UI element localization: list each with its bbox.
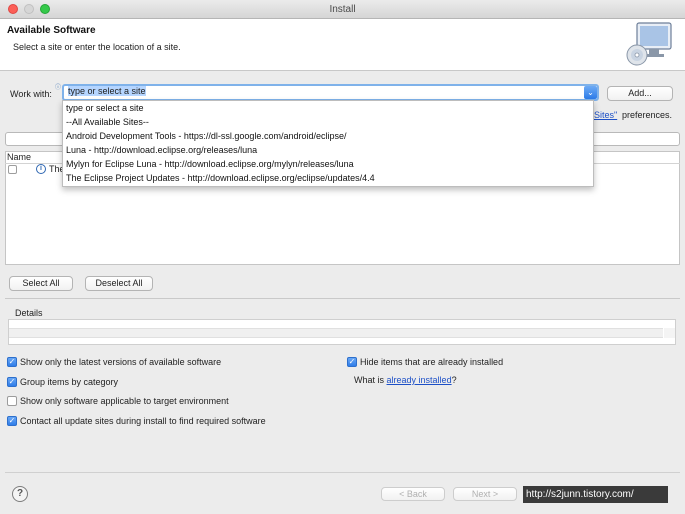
latest-versions-checkbox[interactable]: ✓ — [7, 357, 17, 367]
contact-update-sites-checkbox[interactable]: ✓ — [7, 416, 17, 426]
group-by-category-label: Group items by category — [20, 377, 119, 387]
dropdown-item[interactable]: Luna - http://download.eclipse.org/relea… — [66, 145, 257, 155]
page-title: Available Software — [7, 25, 96, 36]
watermark-text: http://s2junn.tistory.com/ — [523, 486, 668, 503]
work-with-value: type or select a site — [68, 86, 146, 96]
row-checkbox[interactable] — [8, 165, 17, 174]
window-title: Install — [329, 4, 356, 15]
next-button[interactable]: Next > — [453, 487, 517, 501]
latest-versions-label: Show only the latest versions of availab… — [20, 357, 222, 367]
already-installed-link[interactable]: already installed — [387, 375, 452, 385]
preferences-text: preferences. — [622, 110, 673, 120]
dropdown-item[interactable]: --All Available Sites-- — [66, 117, 149, 127]
contact-update-sites-label: Contact all update sites during install … — [20, 416, 266, 426]
target-environment-checkbox[interactable] — [7, 396, 17, 406]
monitor-cd-icon — [626, 22, 672, 66]
work-with-input[interactable]: type or select a site — [66, 86, 583, 99]
details-scroll-corner — [664, 328, 675, 338]
divider — [5, 298, 680, 299]
column-header-name[interactable]: Name — [7, 152, 31, 162]
deselect-all-button[interactable]: Deselect All — [85, 276, 153, 291]
what-is-suffix: ? — [451, 375, 457, 385]
details-horizontal-scrollbar[interactable] — [9, 328, 663, 338]
add-site-button[interactable]: Add... — [607, 86, 673, 101]
title-bar: Install — [0, 0, 685, 19]
header-banner: Available Software Select a site or ente… — [0, 19, 685, 71]
hide-installed-label: Hide items that are already installed — [360, 357, 504, 367]
select-all-button[interactable]: Select All — [9, 276, 73, 291]
dropdown-item[interactable]: The Eclipse Project Updates - http://dow… — [66, 173, 375, 183]
bottom-divider — [5, 472, 680, 473]
info-decoration-icon: ⓘ — [55, 85, 62, 91]
chevron-down-icon[interactable]: ⌄ — [584, 86, 597, 99]
work-with-combo[interactable]: type or select a site ⌄ — [62, 84, 599, 101]
what-is-prefix: What is — [354, 375, 385, 385]
dropdown-item[interactable]: Mylyn for Eclipse Luna - http://download… — [66, 159, 354, 169]
group-by-category-checkbox[interactable]: ✓ — [7, 377, 17, 387]
what-is-installed-text: What is already installed? — [354, 375, 457, 385]
details-label: Details — [15, 308, 43, 318]
info-icon: i — [36, 164, 46, 174]
site-dropdown-list[interactable]: type or select a site --All Available Si… — [62, 100, 594, 187]
target-environment-label: Show only software applicable to target … — [20, 396, 229, 406]
help-icon[interactable]: ? — [12, 486, 28, 502]
work-with-label: Work with: — [10, 89, 52, 99]
dropdown-item[interactable]: type or select a site — [66, 103, 144, 113]
page-subtitle: Select a site or enter the location of a… — [13, 42, 181, 52]
available-sites-link[interactable]: Sites" — [594, 110, 617, 120]
back-button[interactable]: < Back — [381, 487, 445, 501]
hide-installed-checkbox[interactable]: ✓ — [347, 357, 357, 367]
dropdown-item[interactable]: Android Development Tools - https://dl-s… — [66, 131, 346, 141]
